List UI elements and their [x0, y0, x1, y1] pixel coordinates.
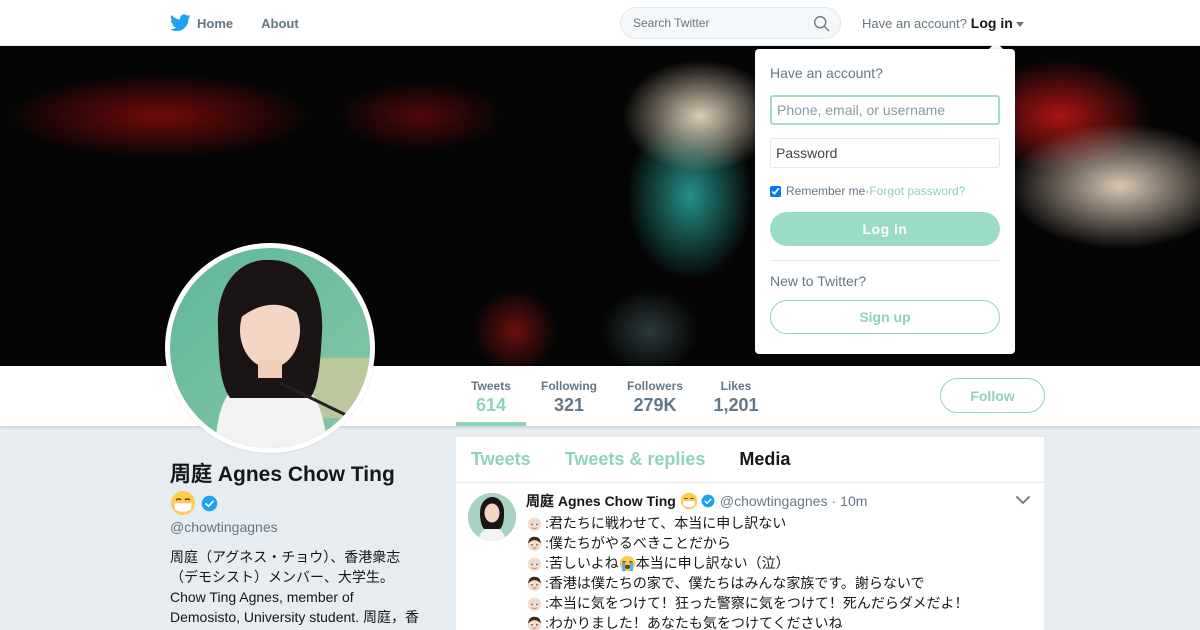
tab-tweets[interactable]: Tweets [471, 449, 531, 470]
timeline: Tweets Tweets & replies Media 周庭 Agnes C… [456, 437, 1044, 630]
login-dropdown-toggle[interactable]: Log in [971, 15, 1024, 31]
follow-button[interactable]: Follow [940, 378, 1045, 413]
tweet-header: 周庭 Agnes Chow Ting @chowtingagnes · 10m [526, 492, 1044, 510]
remember-row: Remember me · Forgot password? [770, 184, 1000, 198]
signup-button[interactable]: Sign up [770, 300, 1000, 334]
caret-down-icon [1015, 21, 1024, 27]
tweet-line: :君たちに戦わせて、本当に申し訳ない [526, 513, 1044, 533]
verified-badge-icon [201, 495, 218, 511]
avatar-image [170, 248, 370, 448]
tweet-line-text: :苦しいよね [545, 555, 619, 571]
tweet-separator: · [831, 493, 837, 509]
tweet-line-text: :香港は僕たちの家で、僕たちはみんな家族です。謝らないで [545, 575, 925, 591]
stat-followers[interactable]: Followers 279K [622, 366, 688, 426]
stat-value: 321 [553, 395, 585, 415]
stat-label: Likes [720, 379, 752, 393]
profile-avatar[interactable] [165, 243, 375, 453]
tweet-avatar[interactable] [468, 493, 516, 541]
profile-bio: 周庭（アグネス・チョウ）、香港衆志（デモシスト）メンバー、大学生。 Chow T… [170, 549, 419, 625]
stat-likes[interactable]: Likes 1,201 [708, 366, 764, 426]
tab-media[interactable]: Media [739, 449, 790, 470]
search-icon[interactable] [813, 15, 830, 32]
tweet-line-text: :僕たちがやるべきことだから [545, 535, 731, 551]
face-with-medical-mask-emoji [680, 492, 698, 510]
stat-value: 279K [633, 395, 677, 415]
tweet-line-text: :わかりました！あなたも気をつけてくださいね [545, 615, 843, 630]
timeline-tabs: Tweets Tweets & replies Media [456, 437, 1044, 483]
password-field[interactable] [770, 138, 1000, 168]
login-button[interactable]: Log in [770, 212, 1000, 246]
search-box [620, 7, 841, 39]
tweet-line-text: :本当に気をつけて！狂った警察に気をつけて！死んだらダメだよ！ [545, 595, 969, 611]
profile-name-badges [170, 489, 430, 517]
tweet-author-name[interactable]: 周庭 Agnes Chow Ting [526, 491, 676, 511]
verified-badge-icon [701, 494, 715, 508]
top-nav: Home About Have an account? Log in [0, 0, 1200, 46]
tweet[interactable]: 周庭 Agnes Chow Ting @chowtingagnes · 10m … [456, 483, 1044, 630]
stat-tweets[interactable]: Tweets 614 [456, 366, 526, 426]
tweet-line: :香港は僕たちの家で、僕たちはみんな家族です。謝らないで [526, 573, 1044, 593]
remember-checkbox[interactable] [770, 185, 781, 197]
dropdown-divider [770, 260, 1000, 261]
tweet-author-handle[interactable]: @chowtingagnes [720, 493, 828, 509]
twitter-bird-icon [170, 14, 191, 32]
tweet-timestamp[interactable]: 10m [840, 493, 867, 509]
account-area: Have an account? Log in [862, 15, 1024, 31]
login-dropdown: Have an account? Remember me · Forgot pa… [755, 49, 1015, 354]
tweet-line-text-2: 本当に申し訳ない（泣） [635, 555, 790, 571]
forgot-password-link[interactable]: Forgot password? [869, 184, 965, 198]
old-man-emoji [527, 517, 542, 531]
nav-left: Home About [170, 0, 327, 46]
search-input[interactable] [633, 16, 803, 30]
nav-about[interactable]: About [261, 16, 299, 31]
remember-label[interactable]: Remember me [786, 184, 865, 198]
chevron-down-icon[interactable] [1016, 495, 1030, 505]
stat-following[interactable]: Following 321 [536, 366, 602, 426]
stat-label: Following [541, 379, 597, 393]
old-man-emoji [527, 557, 542, 571]
have-account-text: Have an account? [862, 15, 967, 31]
loudly-crying-face-emoji [619, 555, 635, 571]
nav-home[interactable]: Home [170, 14, 233, 32]
tab-tweets-replies[interactable]: Tweets & replies [565, 449, 706, 470]
login-link-label: Log in [970, 15, 1013, 31]
tweet-line-text: :君たちに戦わせて、本当に申し訳ない [545, 515, 787, 531]
stat-value: 1,201 [713, 395, 759, 415]
nav-home-label: Home [197, 15, 234, 31]
profile-handle[interactable]: @chowtingagnes [170, 519, 430, 535]
young-man-emoji [527, 576, 542, 591]
face-with-medical-mask-emoji [171, 491, 195, 515]
tweet-line: :僕たちがやるべきことだから [526, 533, 1044, 553]
tweet-text: :君たちに戦わせて、本当に申し訳ない :僕たちがやるべきことだから :苦しいよね… [526, 513, 1044, 630]
new-to-twitter-text: New to Twitter? [770, 273, 867, 289]
stat-label: Followers [626, 379, 683, 393]
stat-value: 614 [475, 395, 507, 415]
username-field[interactable] [770, 95, 1000, 125]
tweet-line: :苦しいよね 本当に申し訳ない（泣） [526, 553, 1044, 573]
tweet-line: :わかりました！あなたも気をつけてくださいね [526, 613, 1044, 630]
profile-name[interactable]: 周庭 Agnes Chow Ting [170, 462, 430, 488]
young-man-emoji [527, 616, 542, 630]
nav-about-label: About [261, 15, 299, 31]
tweet-line: :本当に気をつけて！狂った警察に気をつけて！死んだらダメだよ！ [526, 593, 1044, 613]
old-man-emoji [527, 597, 542, 611]
stat-label: Tweets [471, 379, 511, 393]
young-man-emoji [527, 536, 542, 551]
profile-card: 周庭 Agnes Chow Ting @chowtingagnes 周庭（アグネ… [170, 462, 430, 627]
dropdown-title: Have an account? [770, 65, 883, 81]
tweet-avatar-image [468, 493, 516, 541]
